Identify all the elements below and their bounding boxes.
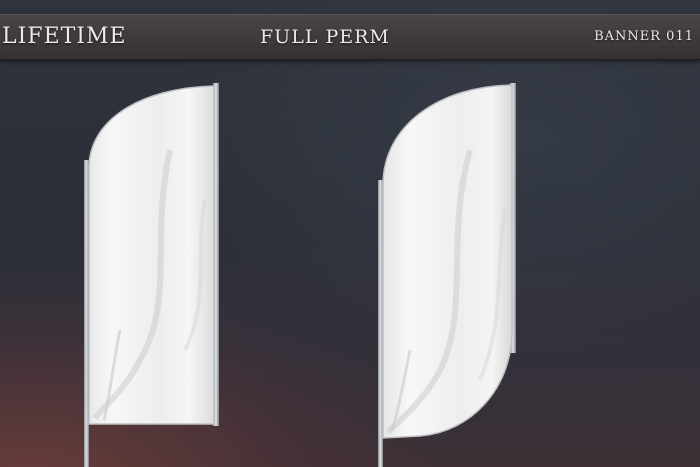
feather-flag-fabric xyxy=(88,85,215,425)
banner-canvas: LIFETIME FULL PERM BANNER 011 xyxy=(0,0,700,467)
flags-illustration xyxy=(84,83,516,467)
teardrop-flag xyxy=(378,83,516,467)
feather-flag xyxy=(84,83,219,467)
